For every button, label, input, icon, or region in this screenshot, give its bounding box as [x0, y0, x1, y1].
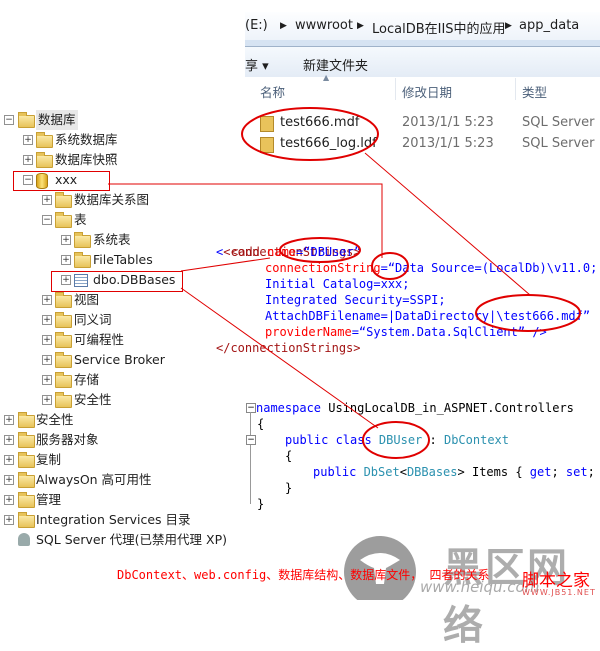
ellipse-files	[241, 107, 379, 161]
figure-caption: DbContext、web.config、数据库结构、数据库文件， 四者的关系	[117, 568, 490, 582]
link-line-dbbases-class	[180, 287, 379, 429]
ellipse-dbuser-config	[279, 237, 361, 263]
link-line-files	[364, 152, 531, 296]
link-line-dbbases-config	[180, 257, 271, 272]
ellipse-mdf	[475, 294, 581, 332]
site-url: WWW.JB51.NET	[522, 588, 596, 597]
annotation-overlay	[108, 107, 581, 600]
link-line-xxx	[108, 183, 383, 258]
ellipse-catalog	[371, 252, 409, 280]
ellipse-dbuser-class	[362, 421, 430, 459]
